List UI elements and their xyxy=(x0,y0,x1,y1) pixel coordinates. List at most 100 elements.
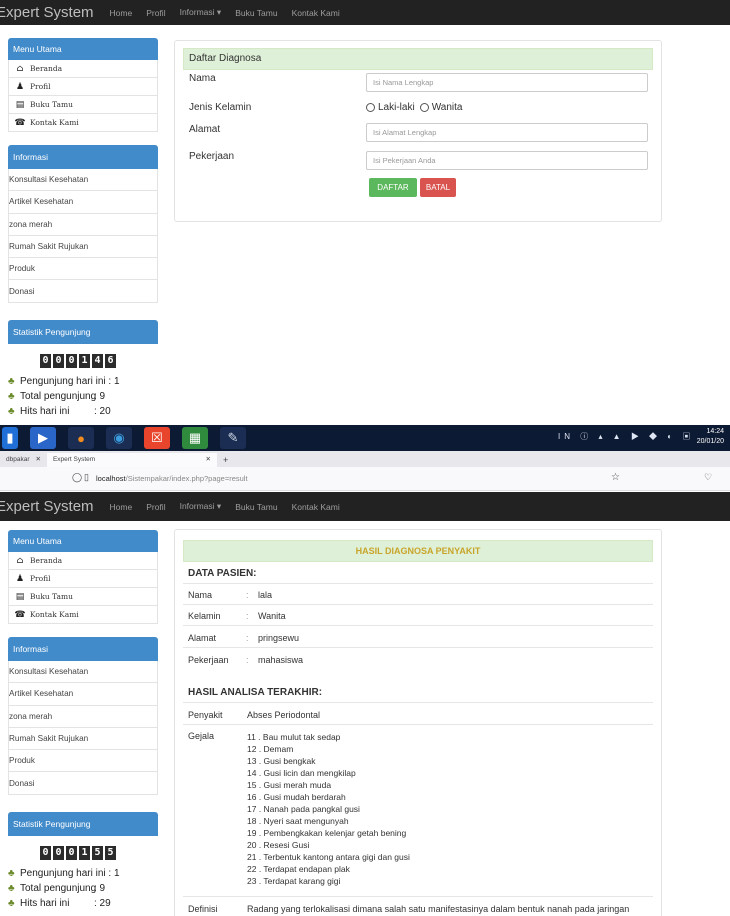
close-icon[interactable]: ✕ xyxy=(206,453,211,467)
start-icon[interactable]: ▮ xyxy=(2,427,18,449)
nav-profil[interactable]: Profil xyxy=(146,502,165,512)
info-item-rumah-sakit[interactable]: Rumah Sakit Rujukan xyxy=(8,235,158,259)
info-item-artikel[interactable]: Artikel Kesehatan xyxy=(8,191,158,214)
sidebar-item-profil[interactable]: ♟ Profil xyxy=(8,78,158,96)
daftar-button[interactable]: DAFTAR xyxy=(369,178,417,197)
users-icon: ♣ xyxy=(8,882,15,894)
definisi-value: Radang yang terlokalisasi dimana salah s… xyxy=(247,904,630,914)
nav-buku-tamu[interactable]: Buku Tamu xyxy=(235,8,277,18)
gejala-item: 13 . Gusi bengkak xyxy=(247,756,316,766)
editor-icon[interactable]: ▦ xyxy=(182,427,208,449)
divider xyxy=(183,724,653,725)
info-item-zona-merah[interactable]: zona merah xyxy=(8,213,158,236)
url-text[interactable]: localhost/Sistempakar/index.php?page=res… xyxy=(96,474,248,483)
info-item-donasi[interactable]: Donasi xyxy=(8,772,158,795)
sidebar-item-kontak-kami[interactable]: ☎ Kontak Kami xyxy=(8,606,158,624)
sidebar: Menu Utama ⌂ Beranda ♟ Profil ▤ Buku Tamu ☎… xyxy=(8,38,158,419)
sidebar-item-beranda[interactable]: ⌂ Beranda xyxy=(8,60,158,78)
stat-hits-hari-ini: ♣ Hits hari ini: 29 xyxy=(8,897,111,909)
sidebar-item-buku-tamu[interactable]: ▤ Buku Tamu xyxy=(8,96,158,114)
url-bar[interactable]: ◯ ▯ localhost/Sistempakar/index.php?page… xyxy=(0,467,730,491)
tab-expert-system[interactable]: Expert System ✕ xyxy=(46,453,217,467)
definisi-label: Definisi xyxy=(188,904,218,914)
nav-profil[interactable]: Profil xyxy=(146,8,165,18)
divider xyxy=(183,647,653,648)
sidebar-item-beranda[interactable]: ⌂ Beranda xyxy=(8,552,158,570)
gejala-item: 21 . Terbentuk kantong antara gigi dan g… xyxy=(247,852,410,862)
users-icon: ♣ xyxy=(8,405,15,417)
top-navbar: Expert System Home Profil Informasi ▾ Bu… xyxy=(0,0,730,25)
brand-link[interactable]: Expert System xyxy=(0,4,94,21)
media-player-icon[interactable]: ▶ xyxy=(30,427,56,449)
nav-buku-tamu[interactable]: Buku Tamu xyxy=(235,502,277,512)
pekerjaan-input[interactable]: Isi Pekerjaan Anda xyxy=(366,151,648,170)
radio-wanita[interactable] xyxy=(419,103,429,112)
nav-home[interactable]: Home xyxy=(110,8,133,18)
home-icon: ⌂ xyxy=(16,63,24,74)
clock[interactable]: 14:24 20/01/20 xyxy=(697,427,724,447)
analysis-section-title: HASIL ANALISA TERAKHIR: xyxy=(188,687,323,698)
new-tab-button[interactable]: + xyxy=(217,453,234,467)
radio-laki-laki[interactable] xyxy=(366,103,375,112)
sidebar: Menu Utama ⌂ Beranda ♟ Profil ▤ Buku Tamu ☎… xyxy=(8,530,158,911)
info-item-produk[interactable]: Produk xyxy=(8,258,158,281)
pocket-icon[interactable]: ♡ xyxy=(704,472,712,483)
gejala-item: 17 . Nanah pada pangkal gusi xyxy=(247,804,360,814)
visitor-counter: 000146 xyxy=(40,353,158,368)
menu-utama-heading: Menu Utama xyxy=(8,530,158,552)
nav-kontak-kami[interactable]: Kontak Kami xyxy=(292,8,340,18)
stat-total-pengunjung: ♣ Total pengunjung: 9 xyxy=(8,390,106,402)
sidebar-item-profil[interactable]: ♟ Profil xyxy=(8,570,158,588)
gejala-item: 11 . Bau mulut tak sedap xyxy=(247,732,341,742)
patient-pekerjaan-value: mahasiswa xyxy=(258,655,304,665)
info-item-konsultasi[interactable]: Konsultasi Kesehatan xyxy=(8,169,158,192)
result-title: HASIL DIAGNOSA PENYAKIT xyxy=(183,540,653,562)
info-item-zona-merah[interactable]: zona merah xyxy=(8,705,158,728)
divider xyxy=(183,896,653,897)
users-icon: ♣ xyxy=(8,897,15,909)
nav-informasi-dropdown[interactable]: Informasi ▾ xyxy=(180,501,222,512)
nav-informasi-dropdown[interactable]: Informasi ▾ xyxy=(180,7,222,18)
form-screenshot: Expert System Home Profil Informasi ▾ Bu… xyxy=(0,0,730,425)
system-tray-icons[interactable]: IN ⓘ ▴ ▲ ▶ ◆ ◐ ▣ xyxy=(558,431,694,442)
book-icon: ▤ xyxy=(15,99,25,110)
phone-icon: ☎ xyxy=(14,609,26,620)
nav-home[interactable]: Home xyxy=(110,502,133,512)
sidebar-item-kontak-kami[interactable]: ☎ Kontak Kami xyxy=(8,114,158,132)
stat-total-pengunjung: ♣ Total pengunjung: 9 xyxy=(8,882,106,894)
colon: : xyxy=(246,590,249,600)
gejala-item: 18 . Nyeri saat mengunyah xyxy=(247,816,349,826)
sidebar-item-buku-tamu[interactable]: ▤ Buku Tamu xyxy=(8,588,158,606)
nav-kontak-kami[interactable]: Kontak Kami xyxy=(292,502,340,512)
pekerjaan-label: Pekerjaan xyxy=(189,151,235,162)
brand-link[interactable]: Expert System xyxy=(0,498,94,515)
form-title: Daftar Diagnosa xyxy=(183,48,653,70)
info-item-rumah-sakit[interactable]: Rumah Sakit Rujukan xyxy=(8,727,158,751)
patient-alamat-value: pringsewu xyxy=(258,633,300,643)
tool-icon[interactable]: ✎ xyxy=(220,427,246,449)
info-item-donasi[interactable]: Donasi xyxy=(8,280,158,303)
gejala-item: 22 . Terdapat endapan plak xyxy=(247,864,350,874)
divider xyxy=(183,583,653,584)
close-icon[interactable]: ✕ xyxy=(36,453,41,467)
batal-button[interactable]: BATAL xyxy=(420,178,456,197)
star-icon[interactable]: ☆ xyxy=(611,472,620,483)
info-item-konsultasi[interactable]: Konsultasi Kesehatan xyxy=(8,661,158,684)
divider xyxy=(183,625,653,626)
xampp-icon[interactable]: ☒ xyxy=(144,427,170,449)
info-item-artikel[interactable]: Artikel Kesehatan xyxy=(8,683,158,706)
chrome-icon[interactable]: ◉ xyxy=(106,427,132,449)
tab-dbpakar[interactable]: dbpakar ✕ xyxy=(0,453,47,467)
firefox-icon[interactable]: ● xyxy=(68,427,94,449)
alamat-input[interactable]: Isi Alamat Lengkap xyxy=(366,123,648,142)
phone-icon: ☎ xyxy=(14,117,26,128)
users-icon: ♣ xyxy=(8,390,15,402)
users-icon: ♣ xyxy=(8,375,15,387)
info-item-produk[interactable]: Produk xyxy=(8,750,158,773)
shield-icon: ◯ xyxy=(72,472,83,482)
colon: : xyxy=(246,633,249,643)
jenis-kelamin-label: Jenis Kelamin xyxy=(189,102,252,113)
gejala-label: Gejala xyxy=(188,731,215,741)
nama-input[interactable]: Isi Nama Lengkap xyxy=(366,73,648,92)
browser-tab-bar: dbpakar ✕ Expert System ✕ + xyxy=(0,451,730,467)
